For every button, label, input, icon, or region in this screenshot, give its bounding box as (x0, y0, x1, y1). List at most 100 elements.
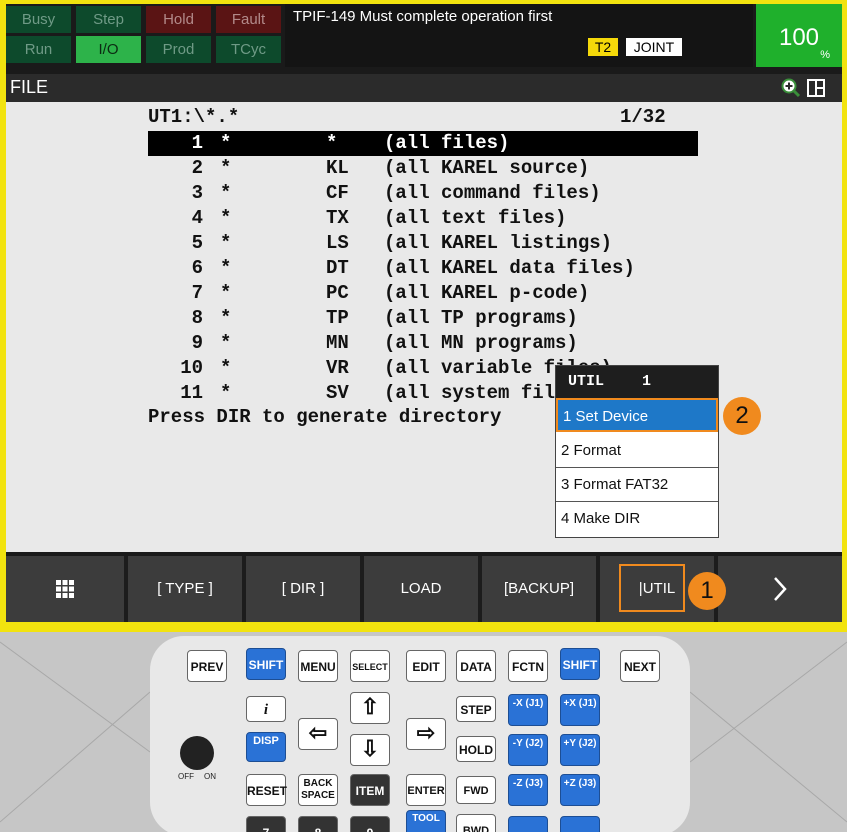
row-name: * (220, 307, 232, 329)
reset-key[interactable]: RESET (246, 774, 287, 806)
arrow-up-icon: ⇧ (360, 694, 380, 719)
mode-badge: T2 (588, 38, 618, 56)
row-name: * (220, 257, 232, 279)
file-filter-row[interactable]: 5 * LS (all KAREL listings) (148, 231, 698, 256)
jog-plus-rx-key[interactable] (560, 816, 600, 832)
alarm-message-area: TPIF-149 Must complete operation first T… (285, 4, 753, 67)
menu-item-format[interactable]: 2 Format (556, 434, 718, 468)
step-key[interactable]: STEP (456, 696, 496, 722)
shift-right-key[interactable]: SHIFT (560, 648, 600, 680)
jog-minus-z-key[interactable]: -Z (J3) (508, 774, 548, 806)
jog-plus-y-key[interactable]: +Y (J2) (560, 734, 600, 766)
jog-minus-y-key[interactable]: -Y (J2) (508, 734, 548, 766)
jog-plus-x-key[interactable]: +X (J1) (560, 694, 600, 726)
row-number: 4 (191, 207, 203, 229)
prev-key[interactable]: PREV (187, 650, 227, 682)
row-extension: TP (326, 307, 349, 329)
row-extension: MN (326, 332, 349, 354)
switch-off-label: OFF (178, 772, 194, 781)
grid-icon (56, 580, 74, 599)
row-name: * (220, 332, 232, 354)
f1-type-button[interactable]: [ TYPE ] (128, 556, 242, 622)
arrow-down-icon: ⇩ (360, 736, 380, 761)
jog-minus-x-key[interactable]: -X (J1) (508, 694, 548, 726)
util-popup-menu: UTIL 1 1 Set Device 2 Format 3 Format FA… (555, 365, 719, 538)
back-space-key[interactable]: BACK SPACE (298, 774, 338, 806)
file-filter-row[interactable]: 4 * TX (all text files) (148, 206, 698, 231)
file-filter-row[interactable]: 3 * CF (all command files) (148, 181, 698, 206)
item-key[interactable]: ITEM (350, 774, 390, 806)
jog-plus-z-key[interactable]: +Z (J3) (560, 774, 600, 806)
left-arrow-key[interactable]: ⇦ (298, 718, 338, 750)
row-name: * (220, 157, 232, 179)
status-step: Step (76, 6, 141, 33)
file-filter-row[interactable]: 7 * PC (all KAREL p-code) (148, 281, 698, 306)
status-tcyc: TCyc (216, 36, 281, 63)
jog-minus-rx-key[interactable] (508, 816, 548, 832)
up-arrow-key[interactable]: ⇧ (350, 692, 390, 724)
file-filter-row[interactable]: 8 * TP (all TP programs) (148, 306, 698, 331)
fctn-key[interactable]: FCTN (508, 650, 548, 682)
directory-path: UT1:\*.* (148, 106, 240, 128)
menu-item-format-fat32[interactable]: 3 Format FAT32 (556, 468, 718, 502)
f4-backup-button[interactable]: [BACKUP] (482, 556, 596, 622)
edit-key[interactable]: EDIT (406, 650, 446, 682)
util-popup-header: UTIL 1 (556, 366, 718, 398)
pendant-screen-frame: Busy Step Hold Fault Run I/O Prod TCyc T… (0, 0, 847, 632)
util-highlight-outline (619, 564, 685, 612)
select-key[interactable]: SELECT (350, 650, 390, 682)
status-io: I/O (76, 36, 141, 63)
file-filter-row[interactable]: 9 * MN (all MN programs) (148, 331, 698, 356)
row-description: (all text files) (384, 207, 567, 229)
row-number: 10 (180, 357, 203, 379)
down-arrow-key[interactable]: ⇩ (350, 734, 390, 766)
file-filter-row[interactable]: 1 * * (all files) (148, 131, 698, 156)
disp-key-label: DISP (253, 735, 279, 747)
shift-left-key[interactable]: SHIFT (246, 648, 286, 680)
next-page-button[interactable] (718, 556, 842, 622)
function-key-bar: [ TYPE ] [ DIR ] LOAD [BACKUP] |UTIL 1 (6, 556, 842, 622)
row-name: * (220, 357, 232, 379)
row-number: 3 (191, 182, 203, 204)
menu-item-set-device[interactable]: 1 Set Device (556, 398, 718, 432)
zoom-in-icon[interactable] (781, 78, 801, 98)
row-extension: PC (326, 282, 349, 304)
menu-item-make-dir[interactable]: 4 Make DIR (556, 502, 718, 536)
info-key[interactable]: i (246, 696, 286, 722)
row-extension: VR (326, 357, 349, 379)
fwd-key[interactable]: FWD (456, 776, 496, 804)
num-9-key[interactable]: 9 (350, 816, 390, 832)
tool-key[interactable]: TOOL (406, 810, 446, 832)
split-window-icon[interactable] (807, 79, 825, 97)
enter-key[interactable]: ENTER (406, 774, 446, 806)
row-description: (all command files) (384, 182, 601, 204)
row-description: (all KAREL data files) (384, 257, 635, 279)
menu-key[interactable]: MENU (298, 650, 338, 682)
row-number: 6 (191, 257, 203, 279)
data-key[interactable]: DATA (456, 650, 496, 682)
status-busy: Busy (6, 6, 71, 33)
f3-load-button[interactable]: LOAD (364, 556, 478, 622)
row-extension: DT (326, 257, 349, 279)
right-arrow-key[interactable]: ⇨ (406, 718, 446, 750)
next-key[interactable]: NEXT (620, 650, 660, 682)
coord-badge: JOINT (626, 38, 682, 56)
row-number: 1 (191, 132, 203, 154)
screen-title: FILE (10, 77, 49, 97)
row-description: (all KAREL listings) (384, 232, 613, 254)
hold-key[interactable]: HOLD (456, 736, 496, 762)
enable-switch-knob[interactable] (180, 736, 214, 770)
row-extension: SV (326, 382, 349, 404)
file-filter-row[interactable]: 2 * KL (all KAREL source) (148, 156, 698, 181)
file-filter-row[interactable]: 6 * DT (all KAREL data files) (148, 256, 698, 281)
disp-key[interactable]: DISP (246, 732, 286, 762)
row-description: (all KAREL p-code) (384, 282, 590, 304)
num-7-key[interactable]: 7 (246, 816, 286, 832)
menu-grid-button[interactable] (6, 556, 124, 622)
bwd-key[interactable]: BWD (456, 814, 496, 832)
row-description: (all MN programs) (384, 332, 578, 354)
f2-dir-button[interactable]: [ DIR ] (246, 556, 360, 622)
num-8-key[interactable]: 8 (298, 816, 338, 832)
status-prod: Prod (146, 36, 211, 63)
row-name: * (220, 132, 232, 154)
